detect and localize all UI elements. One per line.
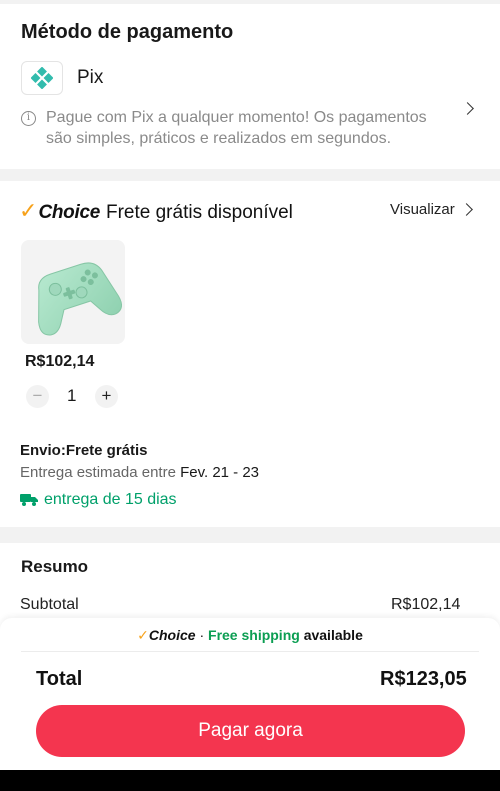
shipping-method: Envio:Frete grátis [20,442,148,459]
choice-header: ✓ Choice Frete grátis disponível [19,200,293,224]
choice-check-icon: ✓ [137,627,149,643]
total-value: R$123,05 [380,668,467,690]
estimated-delivery: Entrega estimada entre Fev. 21 - 23 [20,464,259,481]
delivery-time: entrega de 15 dias [20,491,177,509]
system-navigation-bar [0,770,500,791]
choice-brand: Choice [38,202,100,223]
product-price: R$102,14 [25,353,95,370]
pix-info[interactable]: i Pague com Pix a qualquer momento! Os p… [21,107,461,149]
pix-logo-icon [21,61,63,95]
pay-now-button[interactable]: Pagar agora [36,705,465,757]
view-button[interactable]: Visualizar [390,201,455,218]
pix-label: Pix [77,67,104,88]
banner-choice: Choice [148,627,196,643]
choice-check-icon: ✓ [19,198,38,223]
summary-title: Resumo [21,557,89,576]
eta-dates: Fev. 21 - 23 [180,464,260,481]
subtotal-label: Subtotal [20,596,79,613]
pix-option[interactable]: Pix [21,61,103,95]
info-icon: i [21,111,36,126]
payment-method-title: Método de pagamento [21,21,234,43]
subtotal-value: R$102,14 [391,596,461,613]
total-label: Total [36,668,83,690]
banner-separator: · [195,627,209,643]
delivery-time-text: entrega de 15 dias [44,491,177,508]
banner-free-shipping: Free shipping [208,627,300,643]
quantity-increase-button[interactable]: + [95,385,118,408]
divider [21,651,479,652]
pix-info-text: Pague com Pix a qualquer momento! Os pag… [46,109,427,147]
game-controller-icon [38,262,122,336]
quantity-decrease-button[interactable]: − [26,385,49,408]
product-image[interactable] [21,240,125,344]
eta-prefix: Entrega estimada entre [20,464,181,481]
free-shipping-available: Frete grátis disponível [105,202,293,223]
banner-available: available [299,627,363,643]
truck-icon [20,494,38,506]
choice-free-shipping-banner: ✓Choice · Free shipping available [0,627,500,644]
quantity-value: 1 [67,386,77,405]
